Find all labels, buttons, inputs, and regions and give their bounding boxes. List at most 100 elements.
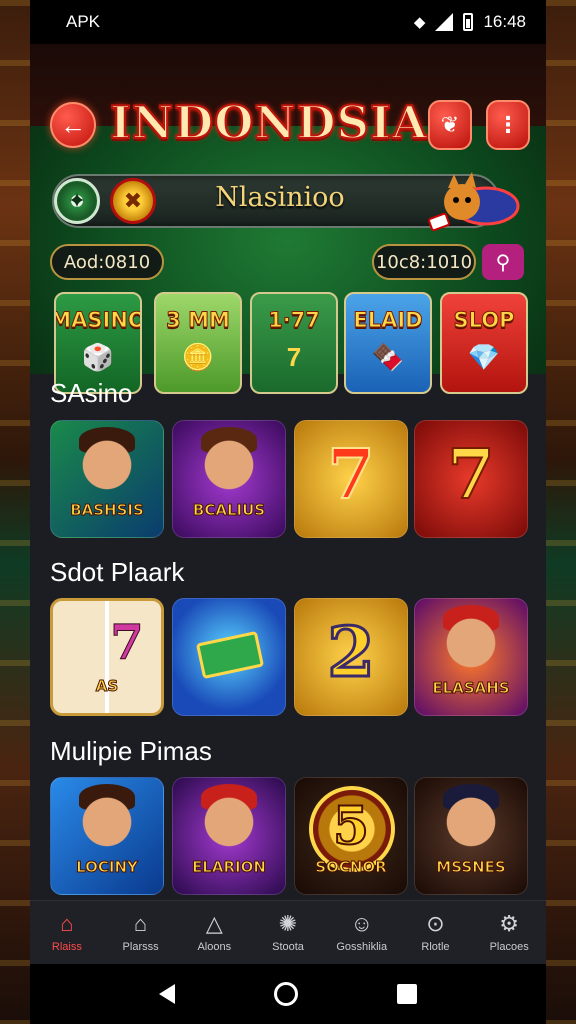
back-button[interactable]: ← — [50, 102, 96, 148]
dice-icon: 🎲 — [81, 342, 115, 372]
nav-label: Plarsss — [122, 940, 159, 953]
nav-item-profile[interactable]: ☺ Gosshiklia — [325, 901, 399, 964]
game-tile[interactable]: 2 — [294, 598, 408, 716]
coin-icon: 🪙 — [181, 342, 215, 372]
character-face — [445, 790, 497, 848]
search-button[interactable]: ⚲ — [482, 244, 524, 280]
battery-icon — [463, 13, 474, 31]
clock-icon: ⊙ — [426, 910, 445, 936]
nav-item-history[interactable]: ⊙ Rlotle — [399, 901, 473, 964]
wifi-icon: ◆ — [413, 14, 426, 31]
character-face — [203, 790, 255, 848]
game-numeral: 2 — [326, 612, 376, 695]
game-numeral: 5 — [332, 795, 370, 858]
nav-item-alerts[interactable]: △ Aloons — [177, 901, 251, 964]
status-time: 16:48 — [483, 12, 526, 31]
game-label: SOCNOR — [315, 858, 387, 877]
section-title: SAsino — [50, 378, 133, 408]
seven-icon: 7 — [286, 342, 302, 372]
game-label: MSSNES — [436, 858, 506, 877]
casino-icon: ⌂ — [60, 910, 74, 936]
game-numeral: 7 — [446, 434, 495, 516]
game-tile[interactable]: 7 AS — [50, 598, 164, 716]
brand-logo-button[interactable]: ❦ — [428, 100, 472, 150]
status-bar: APK ◆ 16:48 — [30, 0, 546, 44]
screen: APK ◆ 16:48 ← INDONDSIA ❦ ⋮ ✦ ✖ Nlasinio… — [0, 0, 576, 1024]
game-tile[interactable]: BASHSIS — [50, 420, 164, 538]
section-title: Sdot Plaark — [50, 557, 185, 587]
system-navigation-bar — [30, 964, 546, 1024]
system-recents-icon[interactable] — [396, 984, 417, 1004]
character-face — [81, 790, 133, 848]
nav-item-home[interactable]: ⌂ Rlaiss — [30, 901, 104, 964]
character-face — [81, 433, 133, 491]
game-label: ELARION — [192, 858, 267, 877]
poker-chip-icon: ✦ — [54, 178, 100, 224]
chip-icon: 🍫 — [371, 342, 405, 372]
category-label: ELAID — [353, 308, 423, 333]
triangle-icon: △ — [205, 910, 223, 936]
character-face — [445, 611, 497, 669]
system-home-icon[interactable] — [273, 982, 298, 1006]
phone-frame: APK ◆ 16:48 ← INDONDSIA ❦ ⋮ ✦ ✖ Nlasinio… — [30, 0, 546, 1024]
house-icon: ⌂ — [133, 910, 148, 936]
balance-pill-right[interactable]: 10c8:1010 — [372, 244, 476, 280]
game-tile[interactable]: BCALIUS — [172, 420, 286, 538]
sun-icon: ✺ — [278, 910, 298, 936]
game-label: BCALIUS — [192, 501, 266, 520]
arrow-left-icon: ← — [60, 109, 86, 140]
game-tile[interactable]: 7 — [294, 420, 408, 538]
nav-label: Stoota — [272, 940, 304, 953]
signal-icon — [435, 13, 454, 31]
game-tile[interactable]: MSSNES — [414, 777, 528, 895]
category-label: SLOP — [453, 308, 515, 333]
app-title: INDONDSIA — [109, 95, 429, 150]
category-tile[interactable]: 1·77 7 — [250, 292, 338, 394]
category-label: 1·77 — [268, 308, 321, 333]
game-tile[interactable] — [172, 598, 286, 716]
status-app-label: APK — [66, 12, 101, 31]
game-numeral: 7 — [326, 434, 375, 516]
game-tile[interactable]: 7 — [414, 420, 528, 538]
nav-label: Rlotle — [421, 940, 450, 953]
nav-label: Rlaiss — [51, 940, 82, 953]
gold-coin-icon: ✖ — [110, 178, 156, 224]
promo-text: Nlasinioo — [215, 182, 345, 213]
nav-item-settings[interactable]: ⚙ Placoes — [472, 901, 546, 964]
game-label: AS — [95, 677, 119, 696]
gear-icon: ⚙ — [499, 910, 520, 936]
user-icon: ☺ — [350, 910, 373, 936]
game-label: BASHSIS — [70, 501, 145, 520]
status-icons: ◆ 16:48 — [414, 12, 526, 32]
game-tile[interactable]: 5 SOCNOR — [294, 777, 408, 895]
game-tile[interactable]: LOCINY — [50, 777, 164, 895]
bird-icon: ❦ — [440, 112, 460, 137]
nav-item-stats[interactable]: ✺ Stoota — [251, 901, 325, 964]
nav-label: Gosshiklia — [336, 940, 388, 953]
balance-pill-left[interactable]: Aod:0810 — [50, 244, 164, 280]
mascot-icon — [428, 172, 520, 232]
category-tile[interactable]: ELAID 🍫 — [344, 292, 432, 394]
gem-icon: 💎 — [467, 342, 501, 372]
bottom-navigation: ⌂ Rlaiss ⌂ Plarsss △ Aloons ✺ Stoota ☺ G… — [30, 900, 546, 964]
nav-item-players[interactable]: ⌂ Plarsss — [104, 901, 178, 964]
hero-header: ← INDONDSIA ❦ ⋮ ✦ ✖ Nlasinioo Aod:0810 1… — [30, 44, 546, 394]
game-label: ELASAHS — [432, 679, 510, 698]
game-label: LOCINY — [76, 858, 139, 877]
category-label: 3 MM — [166, 308, 231, 333]
category-label: MASINO — [54, 308, 142, 333]
category-tile[interactable]: SLOP 💎 — [440, 292, 528, 394]
section-title: Mulipie Pimas — [50, 736, 212, 766]
category-tile[interactable]: 3 MM 🪙 — [154, 292, 242, 394]
system-back-icon[interactable] — [159, 984, 176, 1004]
game-numeral: 7 — [110, 615, 144, 672]
cash-icon — [195, 630, 265, 680]
game-tile[interactable]: ELARION — [172, 777, 286, 895]
character-face — [203, 433, 255, 491]
more-vertical-icon: ⋮ — [497, 112, 519, 137]
nav-label: Placoes — [489, 940, 529, 953]
menu-button[interactable]: ⋮ — [486, 100, 530, 150]
search-icon: ⚲ — [495, 251, 511, 274]
nav-label: Aloons — [197, 940, 232, 953]
game-tile[interactable]: ELASAHS — [414, 598, 528, 716]
